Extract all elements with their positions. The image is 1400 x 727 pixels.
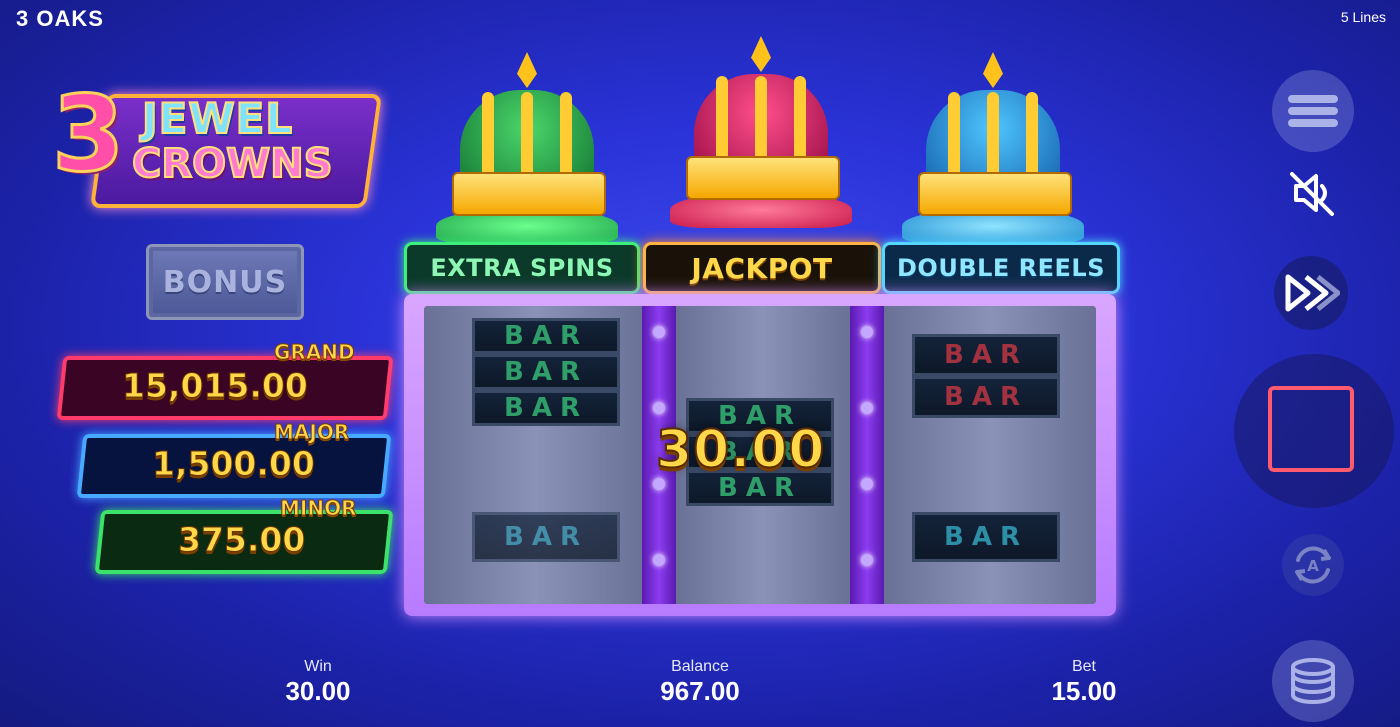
crown-tip	[517, 52, 537, 88]
balance-label: Balance	[671, 658, 729, 675]
symbol-text: BAR	[504, 522, 588, 552]
crown-rib	[794, 76, 806, 168]
paylines-indicator: 5 Lines	[1340, 9, 1386, 25]
light-dot	[861, 326, 873, 338]
win-label: Win	[304, 658, 332, 675]
crown-rib	[482, 92, 494, 184]
logo-title-line2: CROWNS	[131, 141, 334, 187]
logo-digit: 3	[50, 73, 125, 195]
svg-text:A: A	[1307, 557, 1319, 575]
stop-button[interactable]	[1268, 386, 1354, 472]
bar-symbol: BAR	[912, 334, 1060, 376]
crown-band	[918, 172, 1072, 216]
feature-jackpot-label: JACKPOT	[691, 251, 833, 285]
light-dot	[861, 478, 873, 490]
feature-double-reels-label: DOUBLE REELS	[897, 254, 1105, 282]
bar-symbol: BAR	[472, 318, 620, 354]
symbol-text: BAR	[504, 357, 588, 387]
bar-symbol: BAR	[472, 512, 620, 562]
crown-rib	[948, 92, 960, 184]
symbol-text: BAR	[504, 321, 588, 351]
crown-rib	[521, 92, 533, 184]
bet-label: Bet	[1071, 658, 1096, 675]
crown-band	[686, 156, 840, 200]
sound-button[interactable]	[1286, 166, 1340, 220]
bar-symbol: BAR	[472, 390, 620, 426]
balance-display: Balance 967.00	[630, 658, 770, 707]
light-dot	[861, 402, 873, 414]
fast-forward-icon	[1285, 274, 1340, 312]
autoplay-icon: A	[1295, 546, 1331, 584]
hamburger-icon	[1288, 91, 1338, 131]
crown-rib	[1026, 92, 1038, 184]
crown-rib	[716, 76, 728, 168]
red-crown-icon	[670, 36, 852, 228]
bet-button[interactable]	[1272, 640, 1354, 722]
blue-crown-icon	[902, 52, 1084, 244]
autoplay-button[interactable]: A	[1282, 534, 1344, 596]
jackpot-grand-label: GRAND	[274, 340, 356, 365]
green-crown-icon	[436, 52, 618, 244]
win-amount-overlay: 30.00	[655, 419, 826, 481]
crown-rib	[755, 76, 767, 168]
logo-title-line1: JEWEL	[141, 94, 294, 143]
menu-button[interactable]	[1272, 70, 1354, 152]
bar-symbol: BAR	[912, 376, 1060, 418]
coin-stack-icon	[1291, 658, 1335, 704]
bet-value: 15.00	[1051, 676, 1117, 706]
crown-rib	[987, 92, 999, 184]
bar-symbol: BAR	[472, 354, 620, 390]
balance-value: 967.00	[660, 676, 740, 706]
bonus-buy-button[interactable]: BONUS	[146, 244, 304, 320]
light-dot	[653, 554, 665, 566]
win-value: 30.00	[285, 676, 351, 706]
light-dot	[653, 402, 665, 414]
reel-separator	[850, 306, 884, 604]
bet-display: Bet 15.00	[1034, 658, 1134, 707]
jackpot-minor-value: 375.00	[177, 520, 306, 560]
light-dot	[653, 326, 665, 338]
symbol-text: BAR	[944, 522, 1028, 552]
feature-extra-spins: EXTRA SPINS	[404, 242, 640, 294]
game-logo: 3 JEWEL CROWNS	[50, 81, 383, 212]
speaker-muted-icon	[1290, 172, 1334, 216]
crown-rib	[560, 92, 572, 184]
bar-symbol: BAR	[912, 512, 1060, 562]
jackpot-grand-value: 15,015.00	[122, 366, 309, 406]
feature-double-reels: DOUBLE REELS	[882, 242, 1120, 294]
symbol-text: BAR	[504, 393, 588, 423]
provider-logo-text: 3 OAKS	[16, 6, 104, 31]
feature-extra-spins-label: EXTRA SPINS	[430, 254, 614, 282]
jackpot-major-value: 1,500.00	[152, 444, 316, 484]
crown-tip	[751, 36, 771, 72]
win-display: Win 30.00	[268, 658, 368, 707]
turbo-button[interactable]	[1274, 256, 1348, 330]
crown-band	[452, 172, 606, 216]
crown-tip	[983, 52, 1003, 88]
light-dot	[861, 554, 873, 566]
symbol-text: BAR	[944, 382, 1028, 412]
bonus-label: BONUS	[162, 264, 288, 300]
jackpot-minor-label: MINOR	[279, 496, 357, 521]
symbol-text: BAR	[944, 340, 1028, 370]
jackpot-major-label: MAJOR	[273, 420, 350, 445]
feature-jackpot: JACKPOT	[643, 242, 881, 294]
